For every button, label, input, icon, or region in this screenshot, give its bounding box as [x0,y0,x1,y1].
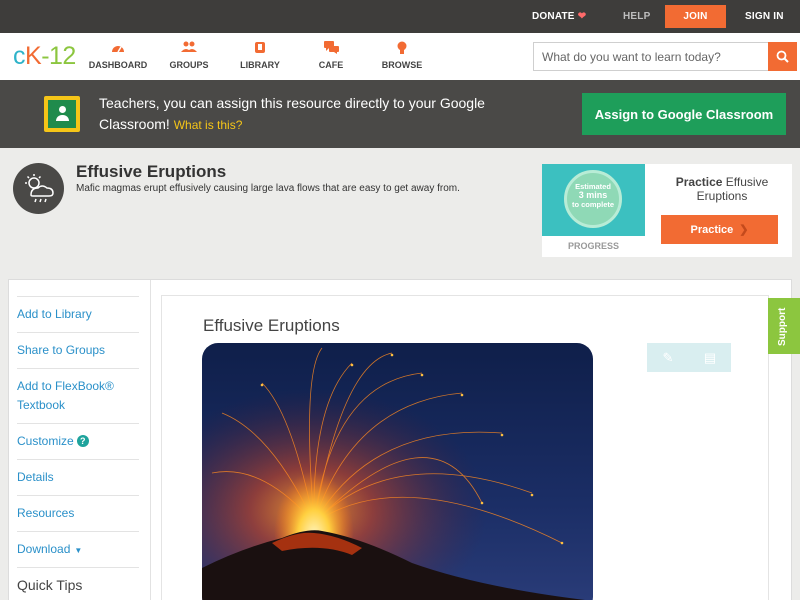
nav-dashboard-label: DASHBOARD [88,60,148,70]
search-icon [776,50,789,63]
google-classroom-banner: Teachers, you can assign this resource d… [0,80,800,148]
sidebar-item-details[interactable]: Details [17,468,139,487]
banner-text: Teachers, you can assign this resource d… [99,95,485,132]
cafe-chat-icon [291,41,371,57]
google-classroom-icon [44,96,80,132]
sidebar-divider [17,495,139,496]
sidebar-item-customize[interactable]: Customize? [17,432,139,451]
article-title: Effusive Eruptions [203,316,340,335]
sidebar-divider [17,423,139,424]
sidebar-divider [17,567,139,568]
sidebar-divider [17,296,139,297]
concept-description: Mafic magmas erupt effusively causing la… [76,183,460,194]
help-link[interactable]: HELP [623,0,650,33]
sidebar: Add to Library Share to Groups Add to Fl… [9,280,151,600]
sidebar-item-share-to-groups[interactable]: Share to Groups [17,341,139,360]
nav-library[interactable]: LIBRARY [220,41,300,70]
support-label: Support [777,307,788,346]
concept-title: Effusive Eruptions [76,162,227,181]
dashboard-icon [78,41,158,57]
quick-tips-heading[interactable]: Quick Tips [17,577,82,593]
donate-link[interactable]: DONATE ❤ [532,0,586,33]
help-question-icon[interactable]: ? [76,435,89,447]
sidebar-divider [17,332,139,333]
nav-browse-label: BROWSE [381,60,423,70]
library-icon [220,41,300,57]
what-is-this-link[interactable]: What is this? [174,118,243,132]
content-area: Add to Library Share to Groups Add to Fl… [8,279,792,600]
customize-label: Customize [17,434,74,448]
logo-k: K [25,42,42,70]
progress-estimate-badge: Estimated 3 mins to complete [542,164,645,236]
download-label: Download [17,542,71,556]
join-button[interactable]: JOIN [665,5,726,28]
sidebar-divider [17,459,139,460]
practice-card: Estimated 3 mins to complete PROGRESS Pr… [542,164,792,257]
nav-dashboard[interactable]: DASHBOARD [78,41,158,70]
nav-browse[interactable]: BROWSE [362,41,442,70]
sidebar-item-download[interactable]: Download ▼ [17,540,139,560]
support-tab[interactable]: Support [768,298,800,354]
main-nav: cK-12 DASHBOARD GROUPS LIBRARY CAFE BROW… [0,33,800,80]
banner-message: Teachers, you can assign this resource d… [99,93,499,136]
sidebar-divider [17,531,139,532]
notes-icon[interactable]: ▤ [689,343,731,372]
practice-button-label: Practice [690,224,734,236]
practice-heading: Practice Effusive Eruptions [660,175,784,203]
volcano-eruption-image [202,343,593,600]
caret-down-icon: ▼ [74,546,83,555]
nav-cafe-label: CAFE [318,60,344,70]
top-utility-bar: DONATE ❤ HELP JOIN SIGN IN [0,0,800,33]
search-box [533,42,797,71]
chevron-right-icon: ❯ [739,224,749,236]
estimate-minutes: 3 mins [578,190,608,200]
ck12-logo[interactable]: cK-12 [13,42,76,71]
practice-button[interactable]: Practice ❯ [661,215,778,244]
article-panel: Effusive Eruptions ✎ ▤ [161,295,769,600]
pencil-icon[interactable]: ✎ [647,343,689,372]
heart-icon: ❤ [577,11,587,22]
weather-cloud-icon [13,163,64,214]
sidebar-item-add-to-library[interactable]: Add to Library [17,305,139,324]
sidebar-item-add-to-flexbook[interactable]: Add to FlexBook® Textbook [17,377,139,415]
lightbulb-icon [362,41,442,57]
groups-icon [149,41,229,57]
nav-groups-label: GROUPS [169,60,209,70]
logo-c: c [13,42,26,70]
search-button[interactable] [768,42,797,71]
assign-to-google-classroom-button[interactable]: Assign to Google Classroom [582,93,786,135]
estimate-line-3: to complete [571,200,615,209]
sidebar-item-resources[interactable]: Resources [17,504,139,523]
practice-heading-bold: Practice [675,175,723,189]
nav-library-label: LIBRARY [240,60,280,70]
donate-label: DONATE [532,11,575,22]
sidebar-divider [17,368,139,369]
progress-label: PROGRESS [567,241,619,251]
nav-groups[interactable]: GROUPS [149,41,229,70]
logo-12: -12 [41,42,76,70]
sign-in-link[interactable]: SIGN IN [745,0,784,33]
search-input[interactable] [534,43,768,70]
nav-cafe[interactable]: CAFE [291,41,371,70]
annotation-tools: ✎ ▤ [647,343,731,372]
